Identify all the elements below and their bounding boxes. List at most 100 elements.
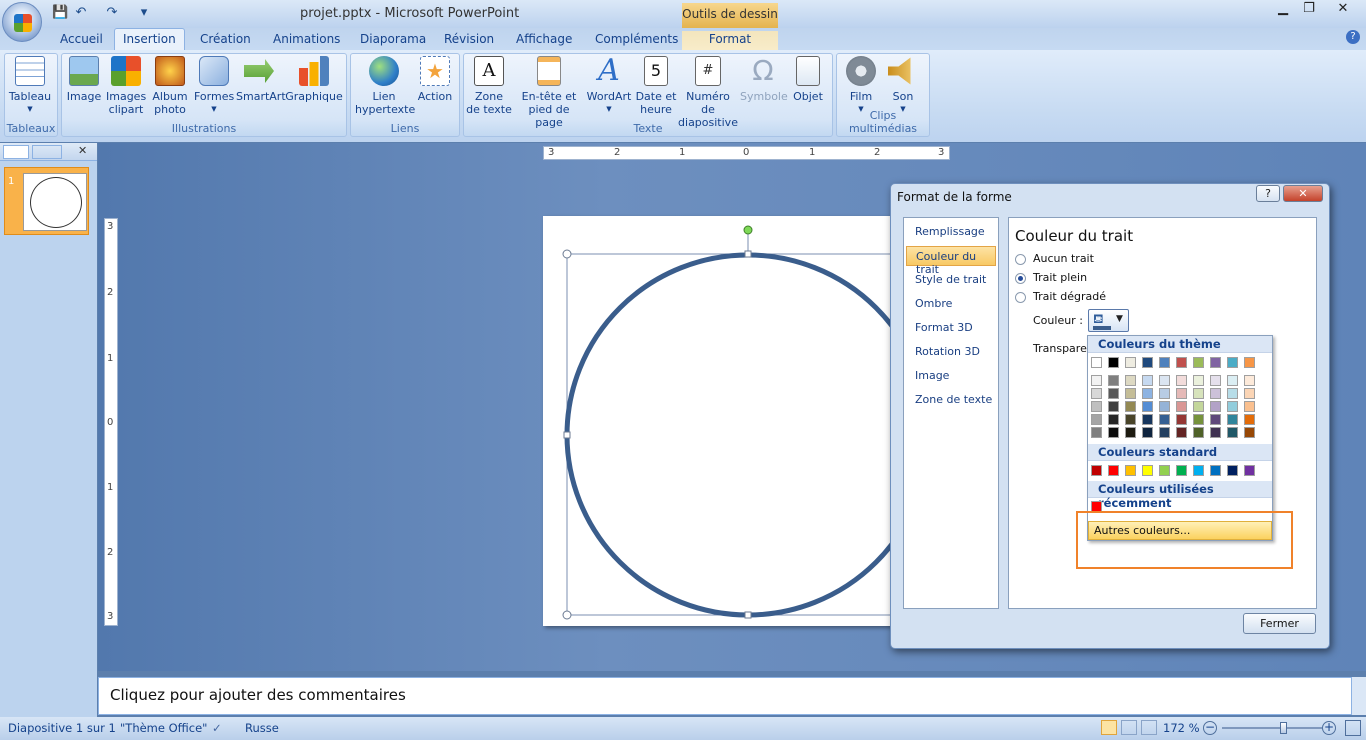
standard-color-swatch[interactable] (1159, 465, 1170, 476)
theme-color-swatch[interactable] (1176, 357, 1187, 368)
resize-handle[interactable] (744, 250, 752, 258)
wordart-button[interactable]: A WordArt ▼ (586, 56, 632, 116)
theme-shade-swatch[interactable] (1227, 427, 1238, 438)
theme-shade-swatch[interactable] (1227, 388, 1238, 399)
theme-shade-swatch[interactable] (1176, 414, 1187, 425)
notes-pane[interactable]: Cliquez pour ajouter des commentaires (98, 677, 1352, 715)
theme-shade-swatch[interactable] (1210, 401, 1221, 412)
theme-shade-swatch[interactable] (1176, 375, 1187, 386)
theme-shade-swatch[interactable] (1210, 414, 1221, 425)
theme-color-swatch[interactable] (1108, 357, 1119, 368)
theme-color-swatch[interactable] (1159, 357, 1170, 368)
tableau-button[interactable]: Tableau ▼ (8, 56, 52, 116)
theme-shade-swatch[interactable] (1193, 414, 1204, 425)
language[interactable]: Russe (245, 721, 279, 735)
close-button[interactable]: ✕ (1326, 0, 1360, 18)
nav-rotation-3d[interactable]: Rotation 3D (906, 342, 996, 362)
office-button[interactable] (2, 2, 42, 42)
undo-icon[interactable]: ↶ (73, 5, 89, 21)
tab-insertion[interactable]: Insertion (114, 28, 185, 51)
theme-shade-swatch[interactable] (1108, 401, 1119, 412)
image-button[interactable]: Image (66, 56, 102, 103)
nav-style-de-trait[interactable]: Style de trait (906, 270, 996, 290)
standard-color-swatch[interactable] (1108, 465, 1119, 476)
dialog-close-button[interactable]: ✕ (1283, 185, 1323, 202)
label-trait-plein[interactable]: Trait plein (1033, 271, 1087, 284)
theme-shade-swatch[interactable] (1159, 414, 1170, 425)
theme-shade-swatch[interactable] (1193, 427, 1204, 438)
theme-shade-swatch[interactable] (1244, 375, 1255, 386)
theme-shade-swatch[interactable] (1210, 375, 1221, 386)
theme-shade-swatch[interactable] (1142, 401, 1153, 412)
theme-shade-swatch[interactable] (1142, 414, 1153, 425)
theme-shade-swatch[interactable] (1091, 427, 1102, 438)
theme-shade-swatch[interactable] (1108, 414, 1119, 425)
tab-affichage[interactable]: Affichage (508, 31, 580, 50)
theme-shade-swatch[interactable] (1142, 427, 1153, 438)
circle-shape[interactable] (564, 252, 900, 618)
theme-color-swatch[interactable] (1244, 357, 1255, 368)
radio-aucun-trait[interactable] (1015, 254, 1026, 265)
theme-shade-swatch[interactable] (1159, 388, 1170, 399)
theme-shade-swatch[interactable] (1091, 388, 1102, 399)
entete-pied-button[interactable]: En-tête et pied de page (514, 56, 584, 129)
color-picker-button[interactable]: ⛾ ▼ (1088, 309, 1129, 332)
redo-icon[interactable]: ↷ (104, 5, 120, 21)
action-button[interactable]: ★ Action (415, 56, 455, 103)
formes-button[interactable]: Formes ▼ (194, 56, 234, 116)
fit-to-window-icon[interactable] (1345, 720, 1361, 736)
theme-color-swatch[interactable] (1125, 357, 1136, 368)
standard-color-swatch[interactable] (1210, 465, 1221, 476)
notes-scrollbar[interactable] (1352, 677, 1366, 715)
save-icon[interactable]: 💾 (52, 5, 68, 21)
standard-color-swatch[interactable] (1142, 465, 1153, 476)
zoom-in-icon[interactable]: + (1322, 721, 1336, 735)
standard-color-swatch[interactable] (1244, 465, 1255, 476)
standard-color-swatch[interactable] (1091, 465, 1102, 476)
radio-trait-plein[interactable] (1015, 273, 1026, 284)
images-clipart-button[interactable]: Images clipart (106, 56, 146, 116)
zone-de-texte-button[interactable]: A Zone de texte (466, 56, 512, 116)
theme-shade-swatch[interactable] (1227, 414, 1238, 425)
tab-revision[interactable]: Révision (436, 31, 502, 50)
theme-shade-swatch[interactable] (1125, 414, 1136, 425)
slide-thumbnail[interactable]: 1 (4, 167, 89, 235)
tab-accueil[interactable]: Accueil (52, 31, 111, 50)
theme-shade-swatch[interactable] (1125, 427, 1136, 438)
smartart-button[interactable]: SmartArt (236, 56, 286, 103)
theme-shade-swatch[interactable] (1159, 375, 1170, 386)
close-pane-icon[interactable]: ✕ (78, 144, 87, 157)
date-heure-button[interactable]: 5 Date et heure (634, 56, 678, 116)
theme-shade-swatch[interactable] (1227, 375, 1238, 386)
theme-shade-swatch[interactable] (1108, 375, 1119, 386)
theme-shade-swatch[interactable] (1108, 427, 1119, 438)
theme-color-swatch[interactable] (1091, 357, 1102, 368)
label-trait-degrade[interactable]: Trait dégradé (1033, 290, 1106, 303)
tab-format[interactable]: Format (682, 31, 778, 50)
film-button[interactable]: Film ▼ (842, 56, 880, 116)
theme-shade-swatch[interactable] (1193, 401, 1204, 412)
theme-shade-swatch[interactable] (1159, 427, 1170, 438)
tab-complements[interactable]: Compléments (587, 31, 686, 50)
theme-shade-swatch[interactable] (1210, 427, 1221, 438)
nav-zone-de-texte[interactable]: Zone de texte (906, 390, 996, 410)
numero-diapositive-button[interactable]: # Numéro de diapositive (678, 56, 738, 129)
selected-circle[interactable] (540, 220, 900, 630)
standard-color-swatch[interactable] (1125, 465, 1136, 476)
tab-creation[interactable]: Création (192, 31, 259, 50)
theme-shade-swatch[interactable] (1244, 427, 1255, 438)
label-aucun-trait[interactable]: Aucun trait (1033, 252, 1094, 265)
theme-shade-swatch[interactable] (1193, 388, 1204, 399)
lien-hypertexte-button[interactable]: Lien hypertexte (355, 56, 415, 116)
theme-shade-swatch[interactable] (1227, 401, 1238, 412)
resize-handle[interactable] (744, 611, 752, 619)
theme-shade-swatch[interactable] (1244, 414, 1255, 425)
slides-tab-icon[interactable] (3, 145, 29, 159)
help-icon[interactable]: ? (1346, 30, 1360, 44)
objet-button[interactable]: Objet (790, 56, 826, 103)
resize-handle[interactable] (563, 431, 571, 439)
nav-remplissage[interactable]: Remplissage (906, 222, 996, 242)
spellcheck-icon[interactable]: ✓ (212, 721, 222, 735)
zoom-out-icon[interactable]: − (1203, 721, 1217, 735)
theme-shade-swatch[interactable] (1091, 375, 1102, 386)
